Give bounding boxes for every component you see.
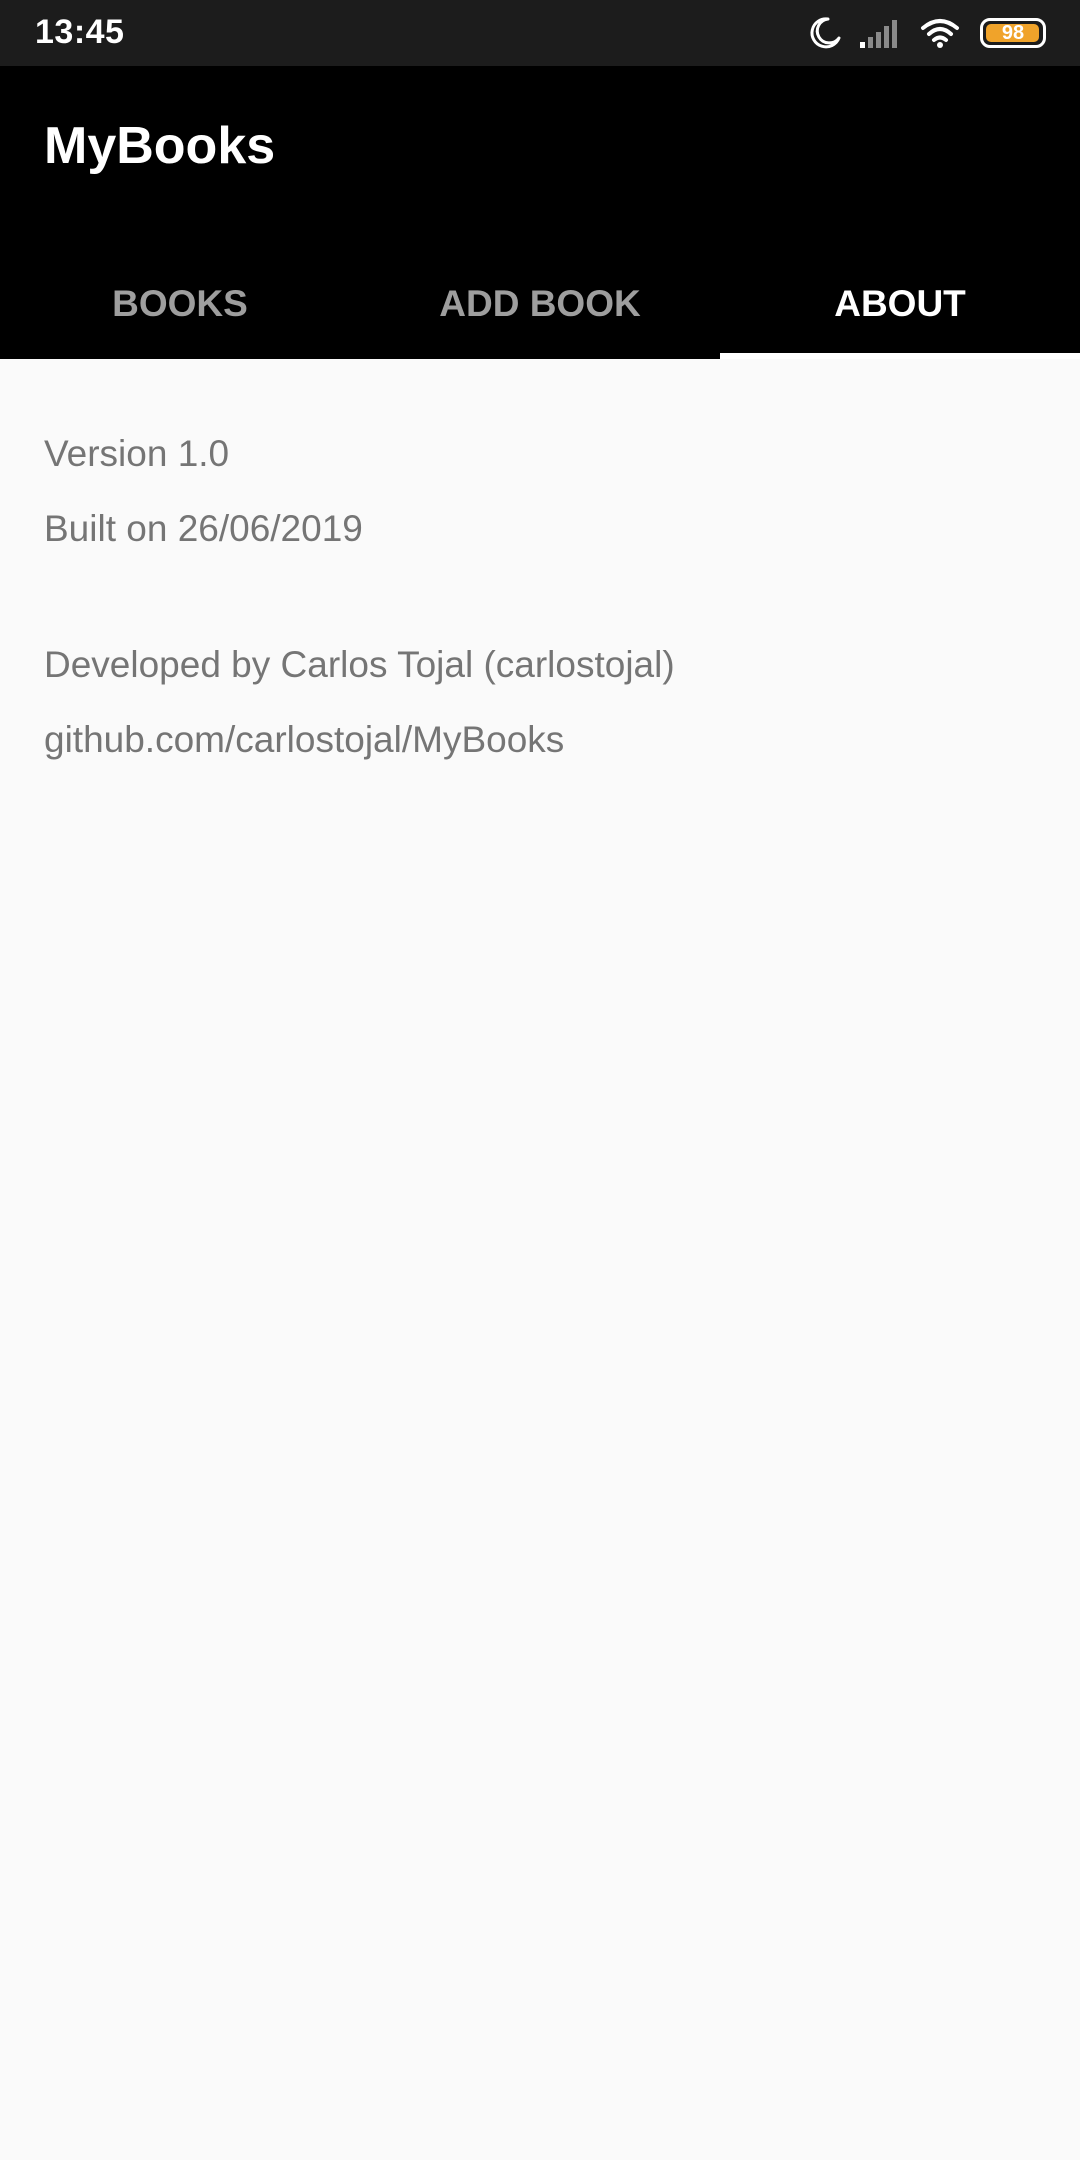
- build-date-text: Built on 26/06/2019: [44, 508, 363, 549]
- app-title: MyBooks: [44, 117, 276, 175]
- repository-link[interactable]: github.com/carlostojal/MyBooks: [44, 721, 564, 758]
- tab-about[interactable]: ABOUT: [720, 277, 1080, 359]
- tab-bar: BOOKS ADD BOOK ABOUT: [0, 277, 1080, 359]
- tab-add-book[interactable]: ADD BOOK: [360, 277, 720, 359]
- wifi-icon: [921, 19, 959, 48]
- status-time: 13:45: [35, 13, 125, 51]
- version-text: Version 1.0: [44, 433, 230, 474]
- battery-level-text: 98: [1001, 21, 1025, 44]
- developer-text: Developed by Carlos Tojal (carlostojal): [44, 644, 675, 685]
- battery-icon: 98: [980, 18, 1046, 48]
- signal-icon: [860, 20, 897, 48]
- status-icons: 98: [790, 13, 1046, 53]
- app-bar: MyBooks BOOKS ADD BOOK ABOUT: [0, 66, 1080, 359]
- tab-books[interactable]: BOOKS: [0, 277, 360, 359]
- status-bar: 13:45 98: [0, 0, 1080, 66]
- moon-icon: [810, 17, 841, 49]
